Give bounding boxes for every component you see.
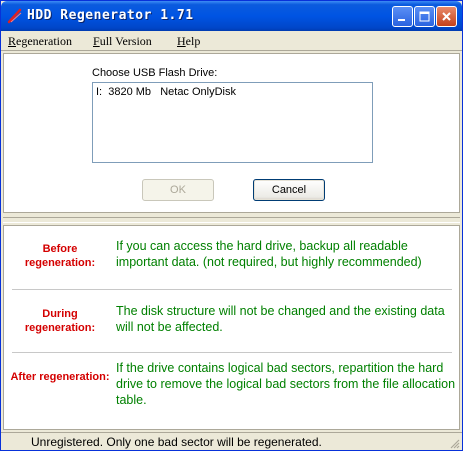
window-title: HDD Regenerator 1.71 — [27, 8, 194, 23]
info-text-during: The disk structure will not be changed a… — [116, 304, 445, 334]
info-row-during: During regeneration: The disk structure … — [4, 303, 459, 343]
menu-bar: Regeneration Full Version Help — [1, 31, 462, 51]
minimize-icon — [398, 19, 405, 21]
panel-separator — [3, 217, 460, 223]
status-text: Unregistered. Only one bad sector will b… — [31, 435, 322, 449]
drive-list-item[interactable]: I: 3820 Mb Netac OnlyDisk — [96, 86, 236, 98]
resize-grip-icon[interactable] — [448, 437, 460, 449]
menu-help[interactable]: Help — [177, 34, 200, 49]
close-button[interactable] — [436, 6, 457, 27]
menu-regeneration[interactable]: Regeneration — [8, 34, 72, 49]
drive-select-label: Choose USB Flash Drive: — [92, 67, 218, 79]
status-bar: Unregistered. Only one bad sector will b… — [1, 432, 462, 450]
row-divider — [12, 352, 452, 353]
cancel-button[interactable]: Cancel — [253, 179, 325, 201]
info-label-during: During regeneration: — [24, 308, 96, 334]
maximize-button[interactable] — [414, 6, 435, 27]
minimize-button[interactable] — [392, 6, 413, 27]
title-bar[interactable]: HDD Regenerator 1.71 — [1, 1, 462, 31]
app-window: HDD Regenerator 1.71 Regeneration Full V… — [0, 0, 463, 451]
ok-button[interactable]: OK — [142, 179, 214, 201]
close-icon — [442, 12, 451, 21]
info-text-after: If the drive contains logical bad sector… — [116, 361, 456, 407]
menu-full-version[interactable]: Full Version — [93, 34, 152, 49]
info-row-after: After regeneration: If the drive contain… — [4, 360, 459, 412]
info-row-before: Before regeneration: If you can access t… — [4, 238, 459, 278]
drive-selection-panel: Choose USB Flash Drive: I: 3820 Mb Netac… — [3, 53, 460, 213]
info-text-before: If you can access the hard drive, backup… — [116, 239, 422, 269]
app-icon — [7, 8, 23, 24]
info-panel: Before regeneration: If you can access t… — [3, 225, 460, 430]
drive-listbox[interactable]: I: 3820 Mb Netac OnlyDisk — [92, 82, 373, 163]
info-label-before: Before regeneration: — [24, 243, 96, 269]
info-label-after: After regeneration: — [10, 371, 110, 383]
row-divider — [12, 289, 452, 290]
maximize-icon — [419, 11, 430, 22]
